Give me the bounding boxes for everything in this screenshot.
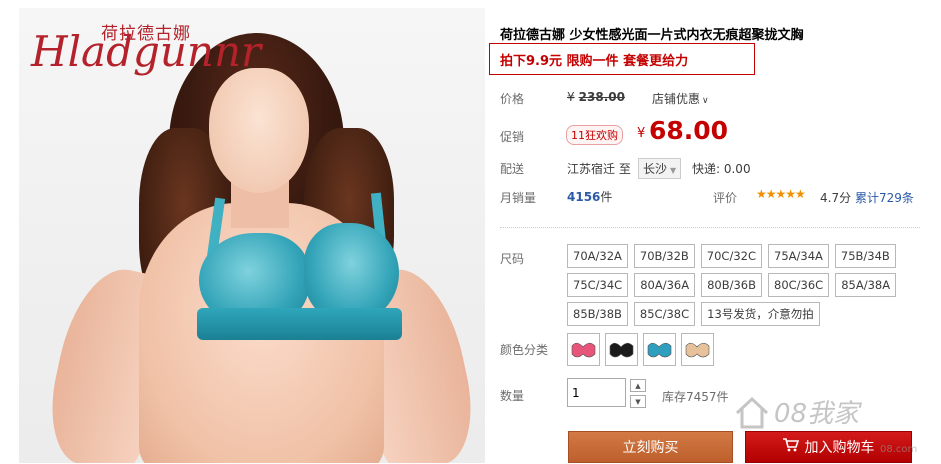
store-discount-dropdown[interactable]: 店铺优惠 ∨ [652,90,709,107]
color-swatch[interactable] [643,333,676,366]
rating-score: 4.7分 [820,191,852,205]
product-image[interactable]: 荷拉德古娜 Hladgunnr [19,8,485,463]
original-price: ¥238.00 [567,90,625,104]
shipping-label: 配送 [500,162,525,176]
monthly-sales-count: 4156 [567,190,601,204]
size-option[interactable]: 80C/36C [768,273,830,297]
destination-city: 长沙 [643,162,668,176]
size-option[interactable]: 80A/36A [634,273,696,297]
store-discount-label: 店铺优惠 [652,92,701,106]
color-swatch[interactable] [605,333,638,366]
color-label: 颜色分类 [500,343,549,357]
color-options [567,333,714,366]
size-option[interactable]: 13号发货，介意勿拍 [701,302,820,326]
rating-label: 评价 [713,191,738,205]
chevron-up-icon[interactable]: ▲ [630,379,646,392]
review-count-link[interactable]: 累计729条 [855,189,914,206]
color-swatch[interactable] [567,333,600,366]
add-to-cart-label: 加入购物车 [804,440,875,456]
size-option[interactable]: 85B/38B [567,302,628,326]
promo-badge[interactable]: 11狂欢购 [566,125,623,145]
divider [500,227,920,228]
size-option[interactable]: 75A/34A [768,244,829,268]
triangle-down-icon: ▼ [670,166,677,175]
bra-band [197,308,402,340]
original-price-value: 238.00 [578,90,625,104]
ship-from-city: 江苏宿迁 [567,162,616,176]
quantity-input[interactable] [567,378,626,407]
watermark-text: 08我家 [774,399,860,429]
model-face [209,68,309,193]
watermark-house-icon [735,396,769,429]
size-option[interactable]: 85A/38A [835,273,897,297]
size-option[interactable]: 70B/32B [633,244,695,268]
monthly-sales: 4156件 [567,188,612,205]
currency-symbol: ¥ [637,126,646,141]
monthly-sales-label: 月销量 [500,191,537,205]
watermark-sub: 08.com [880,444,918,455]
chevron-down-icon[interactable]: ▼ [630,395,646,408]
ship-to-prefix: 至 [618,162,631,176]
size-label: 尺码 [500,252,525,266]
star-rating-icon: ★★★★★ [756,187,806,201]
chevron-down-icon: ∨ [702,96,709,106]
monthly-sales-unit: 件 [600,190,613,204]
size-options: 70A/32A 70B/32B 70C/32C 75A/34A 75B/34B … [567,244,917,326]
size-option[interactable]: 80B/36B [701,273,762,297]
quantity-label: 数量 [500,389,525,403]
promo-text: 拍下9.9元 限购一件 套餐更给力 [500,54,689,69]
express-fee: 快递: 0.00 [692,162,751,176]
size-option[interactable]: 75C/34C [567,273,629,297]
size-option[interactable]: 85C/38C [633,302,696,326]
cart-icon [782,432,799,464]
destination-dropdown[interactable]: 长沙 ▼ [638,158,682,179]
product-title: 荷拉德古娜 少女性感光面一片式内衣无痕超聚拢文胸 [500,28,804,43]
ship-from: 江苏宿迁 至 [567,160,631,177]
color-swatch[interactable] [681,333,714,366]
promo-label: 促销 [500,130,525,144]
size-option[interactable]: 70A/32A [567,244,628,268]
stock-count: 库存7457件 [662,390,729,404]
buy-now-button[interactable]: 立刻购买 [568,431,733,463]
currency-symbol: ¥ [567,90,575,104]
brand-logo-en: Hladgunnr [31,27,262,76]
promo-price: 68.00 [649,116,729,145]
size-option[interactable]: 70C/32C [700,244,762,268]
price-label: 价格 [500,92,525,106]
size-option[interactable]: 75B/34B [834,244,896,268]
